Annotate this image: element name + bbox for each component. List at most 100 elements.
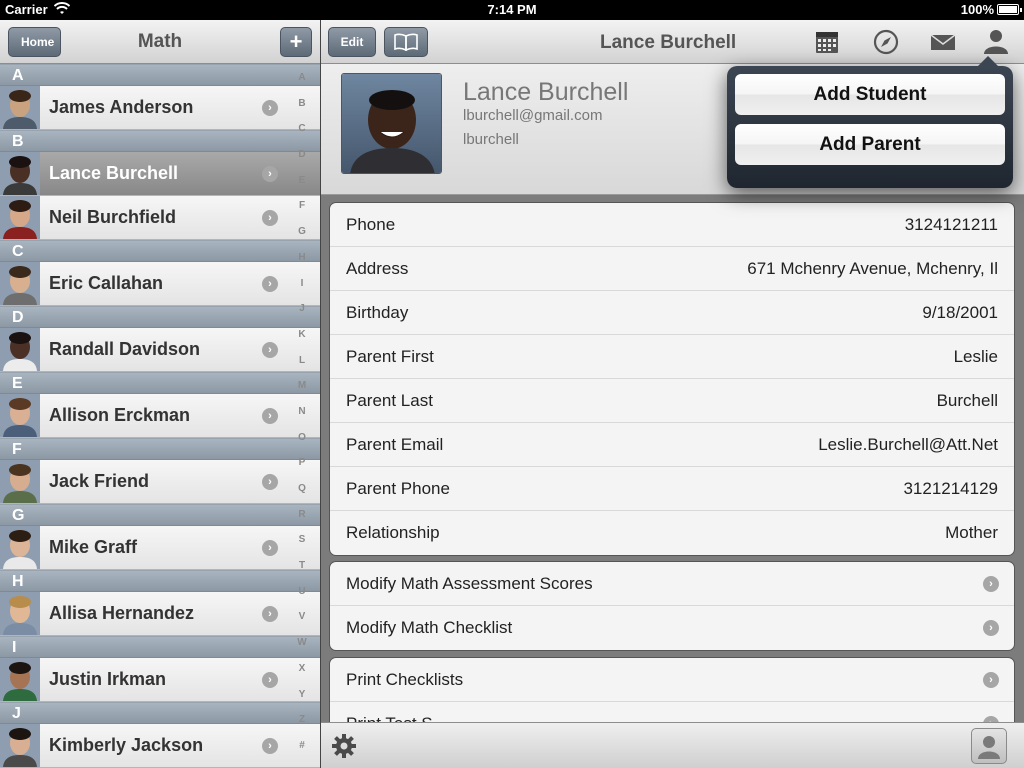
index-letter[interactable]: C [292,123,312,149]
index-letter[interactable]: U [292,586,312,612]
disclosure-icon[interactable]: › [262,738,278,754]
list-item[interactable]: Allison Erckman › [0,394,320,438]
index-letter[interactable]: # [292,740,312,766]
calendar-icon[interactable] [813,28,841,56]
action-row[interactable]: Modify Math Checklist › [330,606,1014,650]
index-letter[interactable]: X [292,663,312,689]
index-letter[interactable]: V [292,611,312,637]
section-header: E [0,372,320,394]
index-letter[interactable]: P [292,457,312,483]
action-label: Modify Math Checklist [346,618,513,637]
detail-row: Parent Phone 3121214129 [330,467,1014,511]
index-letter[interactable]: T [292,560,312,586]
disclosure-icon[interactable]: › [262,672,278,688]
index-letter[interactable]: B [292,98,312,124]
index-letter[interactable]: Z [292,714,312,740]
disclosure-icon[interactable]: › [262,474,278,490]
disclosure-icon[interactable]: › [983,620,999,636]
detail-label: Birthday [346,303,409,322]
index-letter[interactable]: G [292,226,312,252]
disclosure-icon[interactable]: › [262,342,278,358]
status-bar: Carrier 7:14 PM 100% [0,0,1024,20]
add-button[interactable]: + [280,27,312,57]
list-item[interactable]: Kimberly Jackson › [0,724,320,768]
detail-label: Address [346,259,409,278]
student-avatar [0,86,40,129]
action-row[interactable]: Modify Math Assessment Scores › [330,562,1014,606]
student-avatar [0,460,40,503]
contact-icon [978,736,1000,759]
gear-icon[interactable] [331,733,357,759]
mail-icon[interactable] [929,28,957,56]
index-letter[interactable]: O [292,432,312,458]
disclosure-icon[interactable]: › [983,672,999,688]
detail-label: Parent Phone [346,479,450,498]
student-title: Lance Burchell [600,32,737,53]
index-letter[interactable]: N [292,406,312,432]
disclosure-icon[interactable]: › [262,276,278,292]
index-letter[interactable]: H [292,252,312,278]
detail-label: Relationship [346,523,440,542]
list-item[interactable]: Jack Friend › [0,460,320,504]
student-list: A James Anderson › B Lance Burchell › Neil Bur… [0,64,320,768]
student-avatar [0,152,40,195]
index-letter[interactable]: Q [292,483,312,509]
details-table: Phone 3124121211 Address 671 Mchenry Avenue… [329,202,1015,556]
detail-label: Parent First [346,347,434,366]
list-item[interactable]: James Anderson › [0,86,320,130]
class-title: Math [137,31,183,52]
edit-button[interactable]: Edit [328,27,376,57]
detail-value: Burchell [936,391,998,410]
index-letter[interactable]: I [292,278,312,304]
contact-card-button[interactable] [971,728,1007,764]
add-student-button[interactable]: Add Student [735,74,1005,115]
section-header: C [0,240,320,262]
action-label: Print Checklists [346,670,464,689]
list-item[interactable]: Lance Burchell › [0,152,320,196]
disclosure-icon[interactable]: › [262,540,278,556]
action-label: Modify Math Assessment Scores [346,574,593,593]
disclosure-icon[interactable]: › [983,576,999,592]
student-name: Eric Callahan [49,273,164,293]
disclosure-icon[interactable]: › [262,606,278,622]
detail-label: Parent Last [346,391,433,410]
list-item[interactable]: Mike Graff › [0,526,320,570]
index-letter[interactable]: M [292,380,312,406]
list-item[interactable]: Eric Callahan › [0,262,320,306]
battery-icon [997,4,1022,15]
student-avatar [0,394,40,437]
disclosure-icon[interactable]: › [262,100,278,116]
disclosure-icon[interactable]: › [262,408,278,424]
index-letter[interactable]: F [292,200,312,226]
index-letter[interactable]: W [292,637,312,663]
index-letter[interactable]: S [292,534,312,560]
list-item[interactable]: Randall Davidson › [0,328,320,372]
person-icon[interactable] [982,28,1010,56]
compass-icon[interactable] [872,28,900,56]
action-row[interactable]: Print Checklists › [330,658,1014,702]
student-name: Allison Erckman [49,405,191,425]
section-index[interactable]: A B C D E F G H I J K L M N O P Q R S T U V W X Y Z # [292,72,312,766]
index-letter[interactable]: R [292,509,312,535]
book-button[interactable] [384,27,428,57]
list-item[interactable]: Neil Burchfield › [0,196,320,240]
index-letter[interactable]: L [292,355,312,381]
bottom-toolbar [321,722,1024,768]
detail-value: 3121214129 [903,479,998,498]
list-item[interactable]: Allisa Hernandez › [0,592,320,636]
disclosure-icon[interactable]: › [262,166,278,182]
index-letter[interactable]: E [292,175,312,201]
index-letter[interactable]: Y [292,689,312,715]
detail-value: 671 Mchenry Avenue, Mchenry, Il [747,259,998,278]
add-parent-button[interactable]: Add Parent [735,124,1005,165]
list-item[interactable]: Justin Irkman › [0,658,320,702]
index-letter[interactable]: D [292,149,312,175]
detail-value: Mother [945,523,998,542]
index-letter[interactable]: J [292,303,312,329]
battery-percent: 100% [960,2,994,17]
section-header: D [0,306,320,328]
index-letter[interactable]: A [292,72,312,98]
student-photo [341,73,442,174]
index-letter[interactable]: K [292,329,312,355]
disclosure-icon[interactable]: › [262,210,278,226]
